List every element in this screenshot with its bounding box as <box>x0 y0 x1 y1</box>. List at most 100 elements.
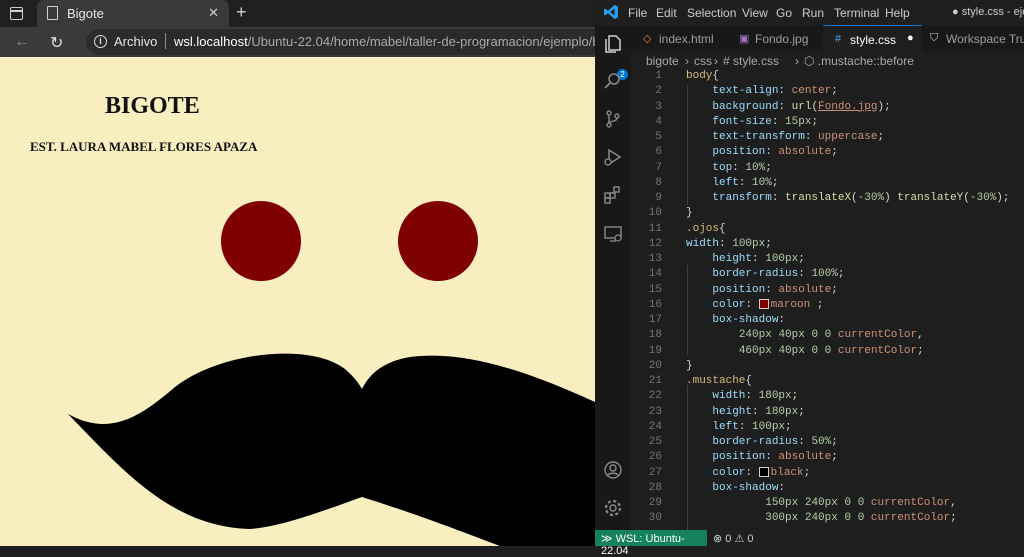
remote-label: ≫ WSL: Ubuntu-22.04 <box>601 533 685 557</box>
address-bar[interactable]: i Archivo wsl.localhost/Ubuntu-22.04/hom… <box>86 29 595 55</box>
search-icon[interactable] <box>603 71 623 91</box>
code-line[interactable]: 3 background: url(Fondo.jpg); <box>631 101 1024 116</box>
code-token: width <box>686 237 720 250</box>
code-line[interactable]: 19 460px 40px 0 0 currentColor; <box>631 345 1024 360</box>
new-tab-button[interactable]: + <box>236 2 247 23</box>
tab-fondo-jpg[interactable]: ▣ Fondo.jpg <box>729 25 823 52</box>
line-number: 16 <box>648 298 662 311</box>
vscode-titlebar: File Edit Selection View Go Run Terminal… <box>595 0 1024 25</box>
code-text: border-radius: 100%; <box>686 268 844 280</box>
menu-terminal[interactable]: Terminal <box>834 6 879 20</box>
code-line[interactable]: 27 color: black; <box>631 467 1024 482</box>
line-number: 1 <box>655 70 662 82</box>
menu-help[interactable]: Help <box>885 6 910 20</box>
code-token: : <box>745 466 759 479</box>
code-line[interactable]: 25 border-radius: 50%; <box>631 436 1024 451</box>
code-line[interactable]: 11 .ojos{ <box>631 223 1024 238</box>
tab-style-css[interactable]: # style.css ● <box>823 25 922 53</box>
code-line[interactable]: 10} <box>631 207 1024 222</box>
code-line[interactable]: 2 text-align: center; <box>631 85 1024 100</box>
code-line[interactable]: 26 position: absolute; <box>631 451 1024 466</box>
run-debug-icon[interactable] <box>603 147 623 167</box>
browser-tab[interactable]: Bigote ✕ <box>37 0 229 27</box>
code-line[interactable]: 21 .mustache{ <box>631 375 1024 390</box>
code-line[interactable]: 5 text-transform: uppercase; <box>631 131 1024 146</box>
code-token: currentColor <box>837 344 918 357</box>
code-token: ; <box>950 512 957 525</box>
code-token: ; <box>810 298 824 311</box>
reload-icon[interactable]: ↻ <box>50 33 63 53</box>
vscode-window: File Edit Selection View Go Run Terminal… <box>595 0 1024 557</box>
menu-go[interactable]: Go <box>776 6 792 20</box>
code-line[interactable]: 24 left: 100px; <box>631 421 1024 436</box>
code-line[interactable]: 6 position: absolute; <box>631 146 1024 161</box>
code-line[interactable]: 14 border-radius: 100%; <box>631 268 1024 283</box>
remote-explorer-icon[interactable] <box>603 224 623 244</box>
color-swatch[interactable] <box>758 298 769 309</box>
code-token: body <box>686 70 713 82</box>
code-line[interactable]: 29 150px 240px 0 0 currentColor, <box>631 497 1024 512</box>
code-text: .ojos{ <box>686 223 726 235</box>
code-line[interactable]: 23 height: 180px; <box>631 406 1024 421</box>
code-text: left: 100px; <box>686 421 791 433</box>
code-line[interactable]: 28 box-shadow: <box>631 482 1024 497</box>
close-tab-icon[interactable]: ✕ <box>208 5 219 21</box>
tab-index-html[interactable]: ◇ index.html <box>631 25 729 52</box>
url-text[interactable]: wsl.localhost/Ubuntu-22.04/home/mabel/ta… <box>174 34 595 49</box>
code-line[interactable]: 9 transform: translateX(-30%) translateY… <box>631 192 1024 207</box>
code-line[interactable]: 1 body{ <box>631 70 1024 85</box>
code-text: box-shadow: <box>686 482 785 494</box>
code-token: translateX <box>785 192 852 204</box>
code-token: 460px <box>738 344 772 357</box>
code-line[interactable]: 15 position: absolute; <box>631 284 1024 299</box>
code-token: absolute <box>778 451 832 464</box>
code-line[interactable]: 4 font-size: 15px; <box>631 116 1024 131</box>
remote-indicator[interactable]: ≫ WSL: Ubuntu-22.04 <box>595 530 707 557</box>
code-line[interactable]: 30 300px 240px 0 0 currentColor; <box>631 512 1024 527</box>
code-line[interactable]: 8 left: 10%; <box>631 177 1024 192</box>
code-text: body{ <box>686 70 719 82</box>
code-token: : <box>771 115 786 128</box>
menu-view[interactable]: View <box>742 6 768 20</box>
settings-gear-icon[interactable] <box>603 498 623 518</box>
line-number: 13 <box>648 253 662 265</box>
code-token: ; <box>765 161 772 174</box>
info-icon[interactable]: i <box>94 35 107 48</box>
tab-workspace-trust[interactable]: ⛉ Workspace Trust <box>922 25 1024 52</box>
code-token: height <box>712 405 753 418</box>
tab-actions-icon[interactable] <box>10 7 23 20</box>
code-token: ); <box>996 192 1010 204</box>
code-line[interactable]: 13 height: 100px; <box>631 253 1024 268</box>
line-number: 20 <box>648 359 662 372</box>
code-line[interactable]: 20} <box>631 360 1024 375</box>
explorer-icon[interactable] <box>603 34 623 54</box>
color-swatch[interactable] <box>758 466 769 477</box>
breadcrumb-item[interactable]: css <box>694 54 712 68</box>
code-line[interactable]: 17 box-shadow: <box>631 314 1024 329</box>
code-line[interactable]: 16 color: maroon ; <box>631 299 1024 314</box>
code-token: 15px <box>785 115 812 128</box>
menu-run[interactable]: Run <box>802 6 824 20</box>
code-token: color <box>712 466 746 479</box>
breadcrumb-item[interactable]: bigote <box>646 54 679 68</box>
breadcrumb-item[interactable]: # style.css <box>723 54 779 68</box>
back-icon[interactable]: ← <box>14 33 30 51</box>
menu-edit[interactable]: Edit <box>656 6 677 20</box>
code-line[interactable]: 18 240px 40px 0 0 currentColor, <box>631 329 1024 344</box>
code-line[interactable]: 7 top: 10%; <box>631 162 1024 177</box>
source-control-icon[interactable] <box>603 109 623 129</box>
site-security-label[interactable]: Archivo <box>114 34 157 49</box>
breadcrumb-item[interactable]: ⬡ .mustache::before <box>804 54 914 68</box>
problems-indicator[interactable]: ⊗ 0 ⚠ 0 <box>713 532 753 545</box>
code-token: ( <box>963 192 970 204</box>
code-editor[interactable]: 1 body{ 2 text-align: center; 3 background:… <box>631 70 1024 530</box>
unsaved-dot-icon[interactable]: ● <box>907 32 914 44</box>
account-icon[interactable] <box>603 460 623 480</box>
code-line[interactable]: 12 width: 100px; <box>631 238 1024 253</box>
menu-selection[interactable]: Selection <box>687 6 736 20</box>
extensions-icon[interactable] <box>603 185 623 205</box>
menu-file[interactable]: File <box>628 6 647 20</box>
code-line[interactable]: 22 width: 180px; <box>631 390 1024 405</box>
